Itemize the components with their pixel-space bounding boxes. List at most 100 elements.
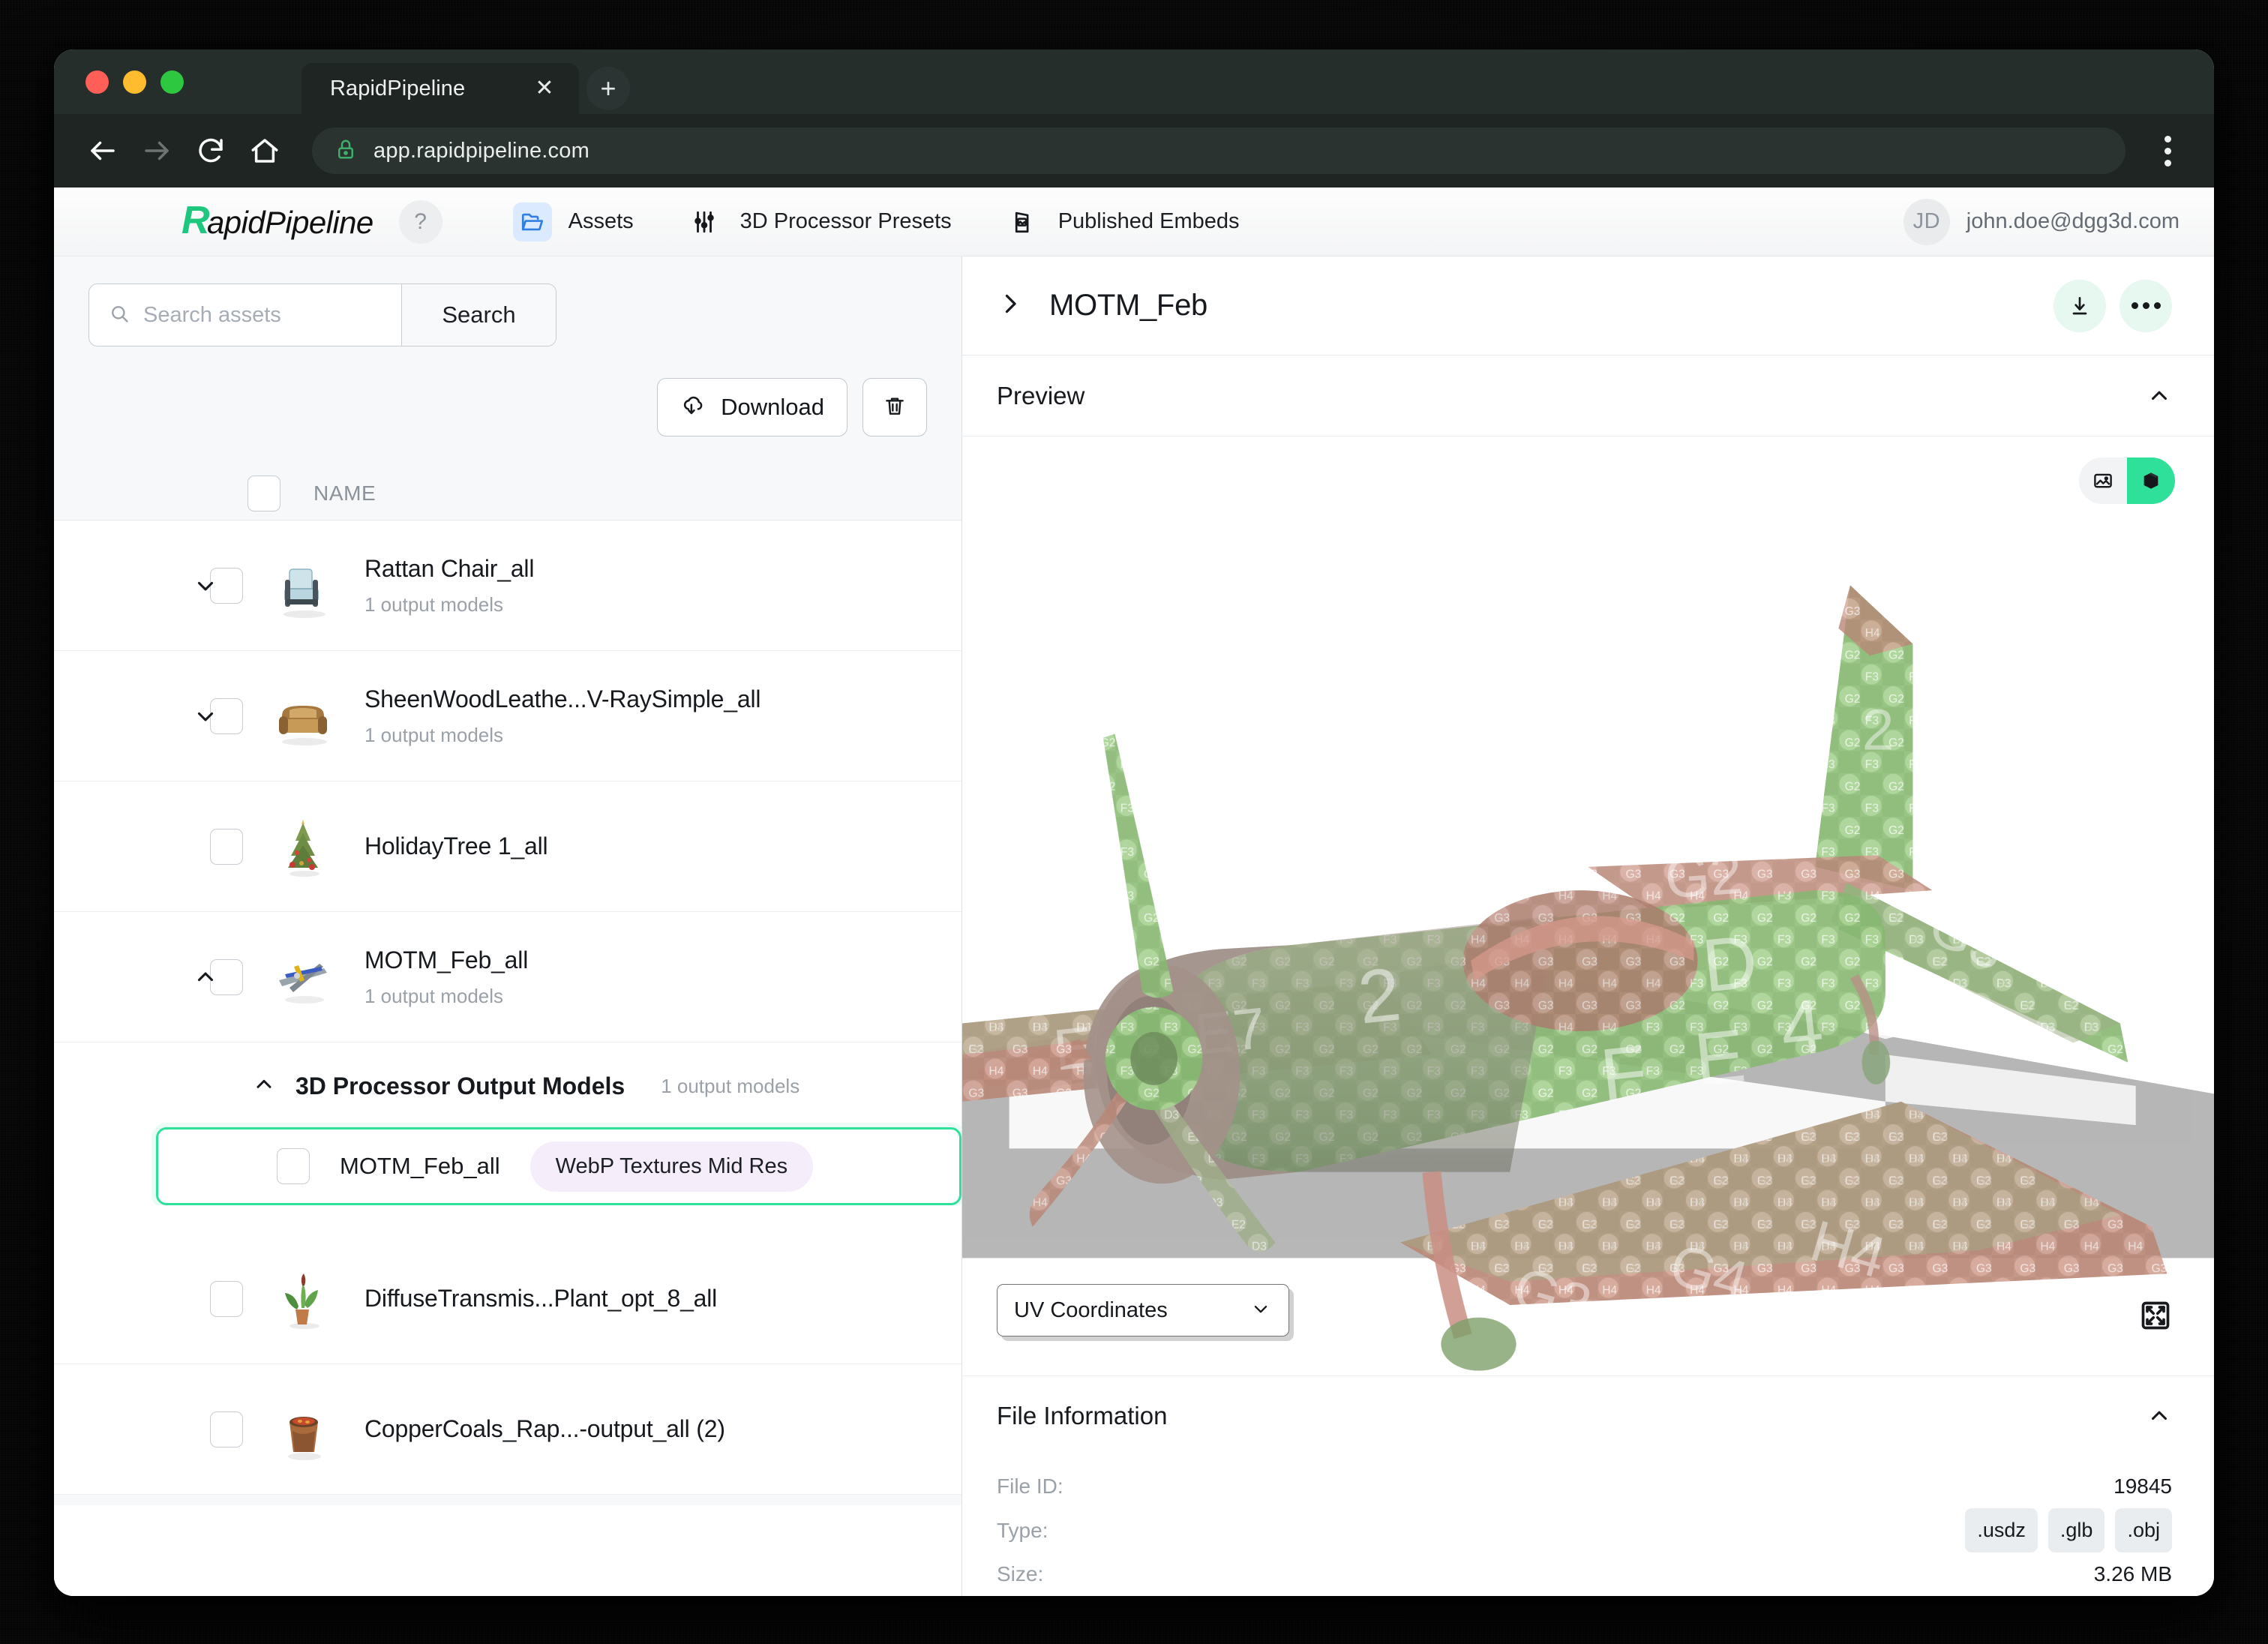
chevron-up-icon[interactable] [189,961,222,994]
asset-output-count: 1 output models [364,723,504,746]
search-input[interactable] [143,302,382,328]
group-title: 3D Processor Output Models [296,1072,626,1100]
table-row[interactable]: SheenWoodLeathe...V-RaySimple_all 1 outp… [54,651,962,782]
home-icon[interactable] [242,128,288,174]
list-bottom-separator [54,1495,962,1505]
user-email: john.doe@dgg3d.com [1966,209,2180,233]
nav-item-embeds[interactable]: Published Embeds [977,188,1265,256]
forward-icon[interactable] [134,128,180,174]
close-window-button[interactable] [86,70,109,94]
asset-name: Rattan Chair_all [364,554,535,582]
select-all-checkbox[interactable] [248,475,280,512]
maximize-window-button[interactable] [160,70,184,94]
address-bar-url: app.rapidpipeline.com [374,138,590,163]
table-row[interactable]: CopperCoals_Rap...-output_all (2) [54,1364,962,1495]
nav-item-assets[interactable]: Assets [488,188,659,256]
chevron-up-icon[interactable] [252,1072,276,1100]
output-models-group-header[interactable]: 3D Processor Output Models 1 output mode… [54,1042,962,1127]
minimize-window-button[interactable] [123,70,146,94]
table-row[interactable]: DiffuseTransmis...Plant_opt_8_all [54,1234,962,1364]
file-information-header[interactable]: File Information [962,1376,2214,1456]
row-checkbox[interactable] [210,828,243,865]
file-info-row-size: Size: 3.26 MB [997,1552,2172,1596]
file-type-chip: .usdz [1965,1508,2038,1552]
plant-thumb [267,1263,339,1335]
cube-icon[interactable] [2127,458,2175,504]
asset-output-count: 1 output models [364,984,504,1007]
row-text: Rattan Chair_all 1 output models [364,555,534,616]
asset-list[interactable]: Rattan Chair_all 1 output models SheenWo… [54,520,962,1596]
row-text: HolidayTree 1_all [364,832,548,860]
more-options-button[interactable] [2120,279,2172,332]
plane-thumb [267,941,339,1013]
embed-image-icon [1003,202,1042,242]
search-button[interactable]: Search [401,284,556,346]
file-information-title: File Information [997,1402,1168,1430]
address-bar[interactable]: app.rapidpipeline.com [312,128,2126,174]
chevron-up-icon[interactable] [2146,383,2172,409]
file-type-chip: .obj [2115,1508,2172,1552]
file-info-key: Size: [997,1562,1044,1586]
collapse-panel-icon[interactable] [997,290,1024,321]
reload-icon[interactable] [188,128,234,174]
app-header: RapidPipeline ? Assets 3D Processor Pres… [54,188,2214,256]
row-checkbox[interactable] [277,1148,310,1184]
content-split: Search Download [54,256,2214,1596]
download-asset-button[interactable] [2054,279,2106,332]
model-viewer[interactable]: G2 F3 G3 H4 [962,436,2214,1376]
image-icon[interactable] [2079,458,2127,504]
pot-thumb [267,1394,339,1466]
delete-button[interactable] [862,378,927,436]
table-row[interactable]: MOTM_Feb_all 1 output models [54,912,962,1042]
output-model-name: MOTM_Feb_all [340,1153,500,1179]
detail-actions [2054,279,2172,332]
browser-tab[interactable]: RapidPipeline ✕ [302,63,579,114]
brand-initial: R [182,198,210,242]
column-header-name: NAME [314,481,376,505]
fullscreen-icon[interactable] [2139,1299,2172,1332]
new-tab-icon[interactable]: + [586,67,630,110]
download-button-label: Download [721,394,824,420]
asset-list-header: NAME [54,466,962,520]
nav-item-embeds-label: Published Embeds [1058,209,1240,233]
file-info-row-type: Type: .usdz .glb .obj [997,1508,2172,1552]
chevron-down-icon[interactable] [189,569,222,602]
chevron-up-icon[interactable] [2146,1403,2172,1429]
browser-window: RapidPipeline ✕ + app.rapidpipeline.com [54,50,2214,1596]
table-row[interactable]: HolidayTree 1_all [54,782,962,912]
chevron-down-icon[interactable] [189,700,222,733]
selected-output-model-row[interactable]: MOTM_Feb_all WebP Textures Mid Res [156,1127,962,1205]
asset-name: SheenWoodLeathe...V-RaySimple_all [364,685,761,712]
file-type-chips: .usdz .glb .obj [1965,1508,2172,1552]
user-menu[interactable]: JD john.doe@dgg3d.com [1903,198,2180,245]
svg-text:4: 4 [1777,983,1827,1071]
row-text: DiffuseTransmis...Plant_opt_8_all [364,1285,717,1312]
help-button[interactable]: ? [398,200,442,244]
preview-section-header[interactable]: Preview [962,356,2214,436]
app-page: RapidPipeline ? Assets 3D Processor Pres… [54,188,2214,1596]
search-input-wrap [89,284,401,346]
browser-toolbar: app.rapidpipeline.com [54,114,2214,188]
viewer-mode-toggle[interactable] [2079,458,2175,504]
nav-item-presets[interactable]: 3D Processor Presets [659,188,977,256]
avatar: JD [1903,198,1950,245]
table-row[interactable]: Rattan Chair_all 1 output models [54,520,962,651]
asset-name: HolidayTree 1_all [364,832,548,860]
back-icon[interactable] [80,128,126,174]
asset-name: DiffuseTransmis...Plant_opt_8_all [364,1285,718,1312]
svg-text:G2: G2 [1663,842,1744,911]
browser-menu-icon[interactable] [2146,128,2188,174]
brand-logo[interactable]: RapidPipeline [182,198,374,242]
airplane-3d-model[interactable]: G2 F3 G3 H4 [962,436,2214,1376]
uv-mode-select[interactable]: UV Coordinates [997,1284,1289,1336]
asset-name: CopperCoals_Rap...-output_all (2) [364,1415,725,1442]
lock-icon [334,138,357,164]
download-button[interactable]: Download [657,378,848,436]
tree-thumb [267,811,339,883]
file-information-section: File Information File ID: 19845 Type: .u… [962,1376,2214,1596]
row-checkbox[interactable] [210,1411,243,1448]
file-info-value: 19845 [2114,1474,2172,1498]
row-checkbox[interactable] [210,1280,243,1317]
file-information-rows: File ID: 19845 Type: .usdz .glb .obj Siz… [962,1456,2214,1596]
close-tab-icon[interactable]: ✕ [530,74,560,104]
